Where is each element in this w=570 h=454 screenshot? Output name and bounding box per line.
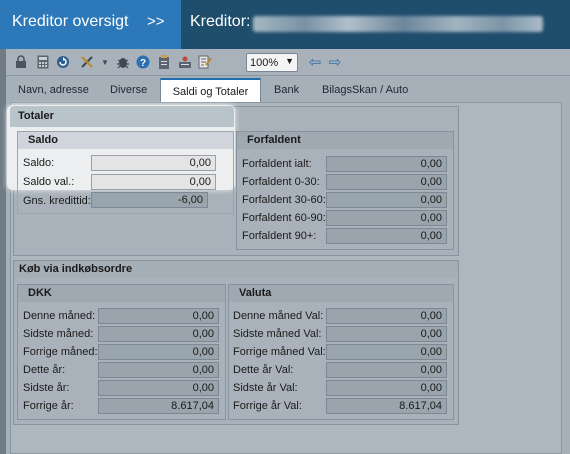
tab-saldi-og-totaler-label: Saldi og Totaler	[172, 85, 249, 98]
lock-icon[interactable]	[12, 53, 30, 71]
tab-navn-adresse[interactable]: Navn, adresse	[18, 84, 89, 102]
tab-bilagsskan-auto[interactable]: BilagsSkan / Auto	[322, 84, 408, 102]
dkk-forrige-aar-field[interactable]: 8.617,04	[98, 398, 219, 414]
valuta-forrige-maaned-label: Forrige måned Val:	[233, 346, 326, 358]
toolbar: ▼ ? 100% ▼ ⇦ ⇨	[6, 49, 570, 76]
refresh-icon[interactable]	[54, 53, 72, 71]
valuta-denne-maaned-label: Denne måned Val:	[233, 310, 324, 322]
forfaldent-90plus-label: Forfaldent 90+:	[242, 230, 317, 242]
valuta-sidste-maaned-label: Sidste måned Val:	[233, 328, 322, 340]
dkk-dette-aar-label: Dette år:	[23, 364, 66, 376]
dkk-denne-maaned-field[interactable]: 0,00	[98, 308, 219, 324]
valuta-forrige-aar-field[interactable]: 8.617,04	[326, 398, 447, 414]
zoom-select[interactable]: 100% ▼	[246, 53, 298, 72]
forfaldent-30-60-label: Forfaldent 30-60:	[242, 194, 326, 206]
forfaldent-60-90-field[interactable]: 0,00	[326, 210, 447, 226]
calculator-icon[interactable]	[34, 53, 52, 71]
valuta-forrige-aar-label: Forrige år Val:	[233, 400, 302, 412]
dkk-forrige-aar-label: Forrige år:	[23, 400, 74, 412]
svg-text:?: ?	[140, 58, 146, 69]
dkk-denne-maaned-label: Denne måned:	[23, 310, 96, 322]
valuta-dette-aar-field[interactable]: 0,00	[326, 362, 447, 378]
kreditor-title: Kreditor:	[190, 13, 251, 30]
user-card-icon[interactable]	[176, 53, 194, 71]
valuta-sidste-aar-field[interactable]: 0,00	[326, 380, 447, 396]
saldo-field[interactable]: 0,00	[91, 155, 216, 171]
valuta-dette-aar-label: Dette år Val:	[233, 364, 294, 376]
forfaldent-0-30-field[interactable]: 0,00	[326, 174, 447, 190]
forfaldent-title: Forfaldent	[237, 132, 453, 149]
dkk-title: DKK	[18, 285, 225, 302]
tab-saldi-og-totaler[interactable]: Saldi og Totaler	[160, 78, 261, 103]
gns-kredittid-label: Gns. kredittid:	[23, 195, 91, 207]
tools-icon[interactable]	[78, 53, 96, 71]
tab-bank[interactable]: Bank	[274, 84, 299, 102]
clipboard-icon[interactable]	[155, 53, 173, 71]
bug-icon[interactable]	[114, 53, 132, 71]
app-header-left: Kreditor oversigt >>	[0, 0, 181, 49]
koeb-title: Køb via indkøbsordre	[14, 261, 458, 278]
forfaldent-0-30-label: Forfaldent 0-30:	[242, 176, 320, 188]
saldo-title: Saldo	[18, 132, 233, 149]
zoom-value: 100%	[250, 57, 279, 69]
forfaldent-ialt-field[interactable]: 0,00	[326, 156, 447, 172]
gns-kredittid-field[interactable]: -6,00	[91, 192, 208, 208]
collapse-chevrons-button[interactable]: >>	[147, 13, 165, 30]
help-icon[interactable]: ?	[134, 53, 152, 71]
valuta-sidste-aar-label: Sidste år Val:	[233, 382, 298, 394]
totaler-title: Totaler	[18, 110, 54, 122]
valuta-denne-maaned-field[interactable]: 0,00	[326, 308, 447, 324]
tab-diverse[interactable]: Diverse	[110, 84, 147, 102]
dkk-dette-aar-field[interactable]: 0,00	[98, 362, 219, 378]
dkk-sidste-aar-field[interactable]: 0,00	[98, 380, 219, 396]
saldo-val-field[interactable]: 0,00	[91, 174, 216, 190]
forfaldent-ialt-label: Forfaldent ialt:	[242, 158, 312, 170]
tools-dropdown-icon[interactable]: ▼	[96, 53, 114, 71]
dkk-sidste-maaned-label: Sidste måned:	[23, 328, 94, 340]
forfaldent-30-60-field[interactable]: 0,00	[326, 192, 447, 208]
redacted-kreditor-name	[253, 16, 543, 32]
saldo-val-label: Saldo val.:	[23, 176, 75, 188]
valuta-title: Valuta	[229, 285, 453, 302]
valuta-sidste-maaned-field[interactable]: 0,00	[326, 326, 447, 342]
chevron-down-icon: ▼	[285, 56, 294, 66]
dkk-sidste-aar-label: Sidste år:	[23, 382, 70, 394]
totaler-header: Totaler	[10, 106, 234, 127]
dkk-forrige-maaned-label: Forrige måned:	[23, 346, 98, 358]
forfaldent-60-90-label: Forfaldent 60-90:	[242, 212, 326, 224]
valuta-forrige-maaned-field[interactable]: 0,00	[326, 344, 447, 360]
dkk-sidste-maaned-field[interactable]: 0,00	[98, 326, 219, 342]
dkk-forrige-maaned-field[interactable]: 0,00	[98, 344, 219, 360]
forfaldent-90plus-field[interactable]: 0,00	[326, 228, 447, 244]
arrow-left-icon[interactable]: ⇦	[306, 53, 324, 71]
arrow-right-icon[interactable]: ⇨	[326, 53, 344, 71]
notes-icon[interactable]	[196, 53, 214, 71]
app-title: Kreditor oversigt	[12, 13, 129, 30]
saldo-label: Saldo:	[23, 157, 55, 169]
